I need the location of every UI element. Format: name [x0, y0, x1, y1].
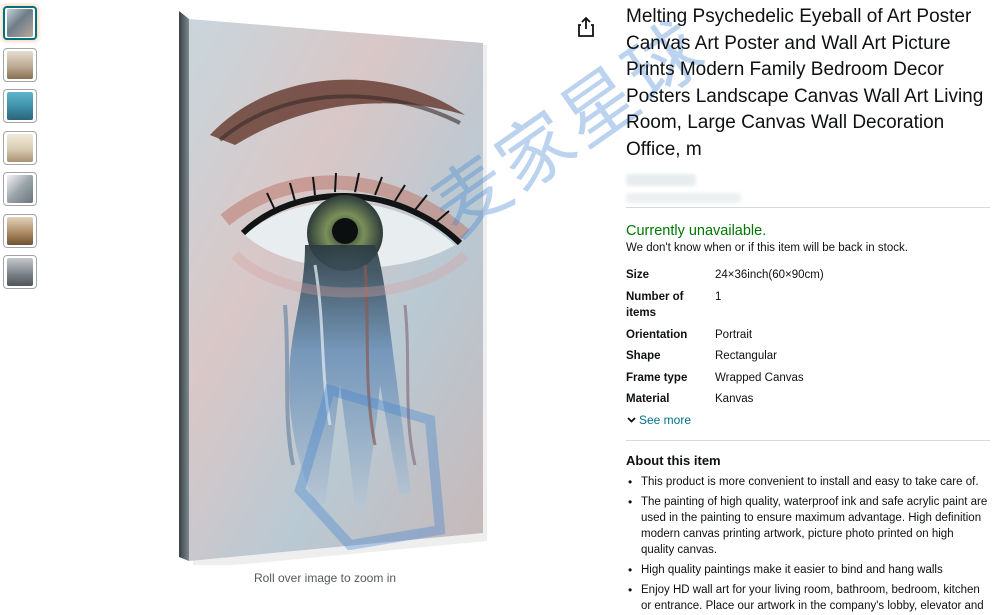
spec-key: Orientation: [626, 328, 688, 341]
about-heading: About this item: [626, 452, 721, 468]
see-more-link[interactable]: See more: [626, 413, 990, 427]
spec-value: 1: [715, 290, 722, 303]
feature-bullet: This product is more convenient to insta…: [628, 474, 990, 490]
thumbnail-5[interactable]: [3, 172, 37, 206]
product-details: Melting Psychedelic Eyeball of Art Poste…: [626, 4, 990, 615]
spec-row-size: Size 24×36inch(60×90cm): [626, 267, 990, 284]
thumbnail-image: [7, 216, 33, 245]
chevron-down-icon: [627, 416, 636, 423]
thumbnail-image: [7, 175, 33, 203]
spec-value: Wrapped Canvas: [715, 371, 804, 384]
thumbnail-6[interactable]: [3, 213, 37, 248]
spec-value: Portrait: [715, 328, 753, 341]
spec-row-orientation: Orientation Portrait: [626, 327, 990, 344]
spec-key: Number of items: [626, 290, 684, 320]
spec-value: Kanvas: [715, 393, 754, 405]
spec-table: Size 24×36inch(60×90cm) Number of items …: [626, 267, 990, 408]
feature-bullet: The painting of high quality, waterproof…: [628, 494, 990, 558]
main-product-image[interactable]: [165, 5, 495, 565]
thumbnail-4[interactable]: [3, 130, 37, 165]
thumbnail-1[interactable]: [3, 6, 37, 40]
feature-bullets: This product is more convenient to insta…: [626, 474, 990, 614]
spec-value: Rectangular: [715, 350, 778, 362]
thumbnail-image: [7, 133, 33, 162]
product-title: Melting Psychedelic Eyeball of Art Poste…: [626, 6, 984, 160]
spec-value: 24×36inch(60×90cm): [715, 269, 824, 281]
divider: [626, 439, 990, 441]
store-link-blurred: [626, 174, 696, 186]
canvas-painting: [179, 11, 487, 565]
divider: [626, 207, 990, 208]
spec-key: Shape: [626, 350, 661, 362]
spec-row-material: Material Kanvas: [626, 391, 990, 408]
spec-key: Size: [626, 269, 650, 281]
share-icon[interactable]: [576, 16, 596, 38]
availability-status: Currently unavailable.: [626, 223, 767, 239]
see-more-label: See more: [639, 412, 692, 427]
thumbnail-image: [7, 92, 33, 120]
spec-row-frame-type: Frame type Wrapped Canvas: [626, 370, 990, 387]
restock-note: We don't know when or if this item will …: [626, 242, 908, 254]
thumbnail-image: [7, 258, 33, 286]
zoom-hint: Roll over image to zoom in: [253, 571, 397, 585]
thumbnail-image: [7, 9, 33, 37]
feature-bullet: Enjoy HD wall art for your living room, …: [628, 582, 990, 614]
thumbnail-image: [7, 50, 33, 79]
thumbnail-3[interactable]: [3, 89, 37, 123]
rating-blurred: [626, 193, 741, 203]
thumbnail-7[interactable]: [3, 255, 37, 289]
spec-key: Frame type: [626, 371, 688, 384]
spec-key: Material: [626, 393, 670, 405]
thumbnail-strip: [3, 6, 39, 297]
thumbnail-2[interactable]: [3, 47, 37, 82]
spec-row-number-of-items: Number of items 1: [626, 289, 990, 322]
spec-row-shape: Shape Rectangular: [626, 348, 990, 365]
feature-bullet: High quality paintings make it easier to…: [628, 562, 990, 578]
